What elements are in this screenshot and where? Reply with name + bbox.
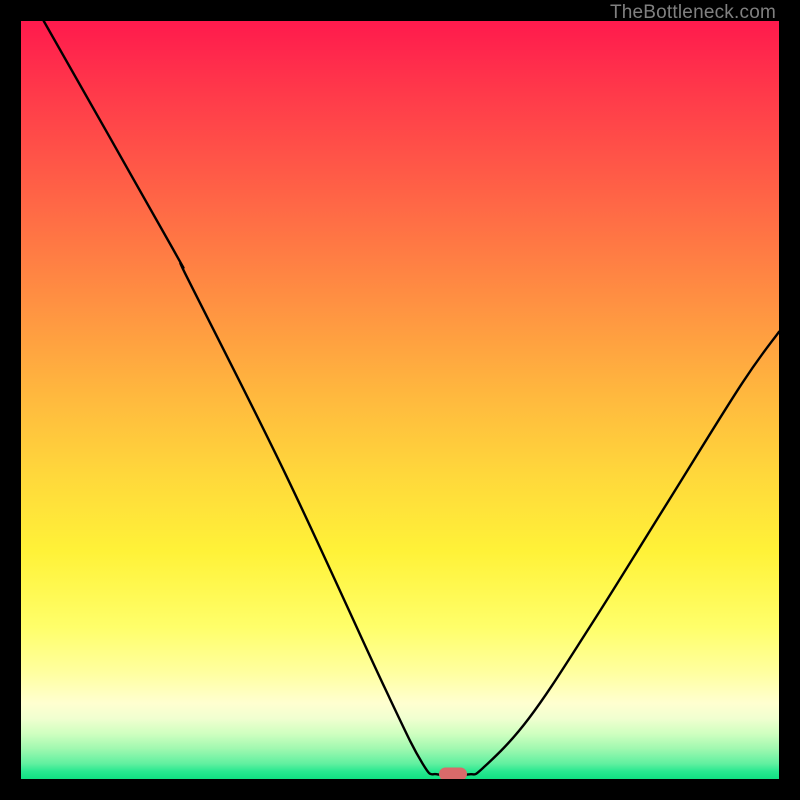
plot-area — [21, 21, 779, 779]
optimum-marker — [439, 768, 467, 779]
chart-frame: TheBottleneck.com — [0, 0, 800, 800]
bottleneck-curve — [21, 21, 779, 779]
watermark-text: TheBottleneck.com — [610, 2, 776, 24]
